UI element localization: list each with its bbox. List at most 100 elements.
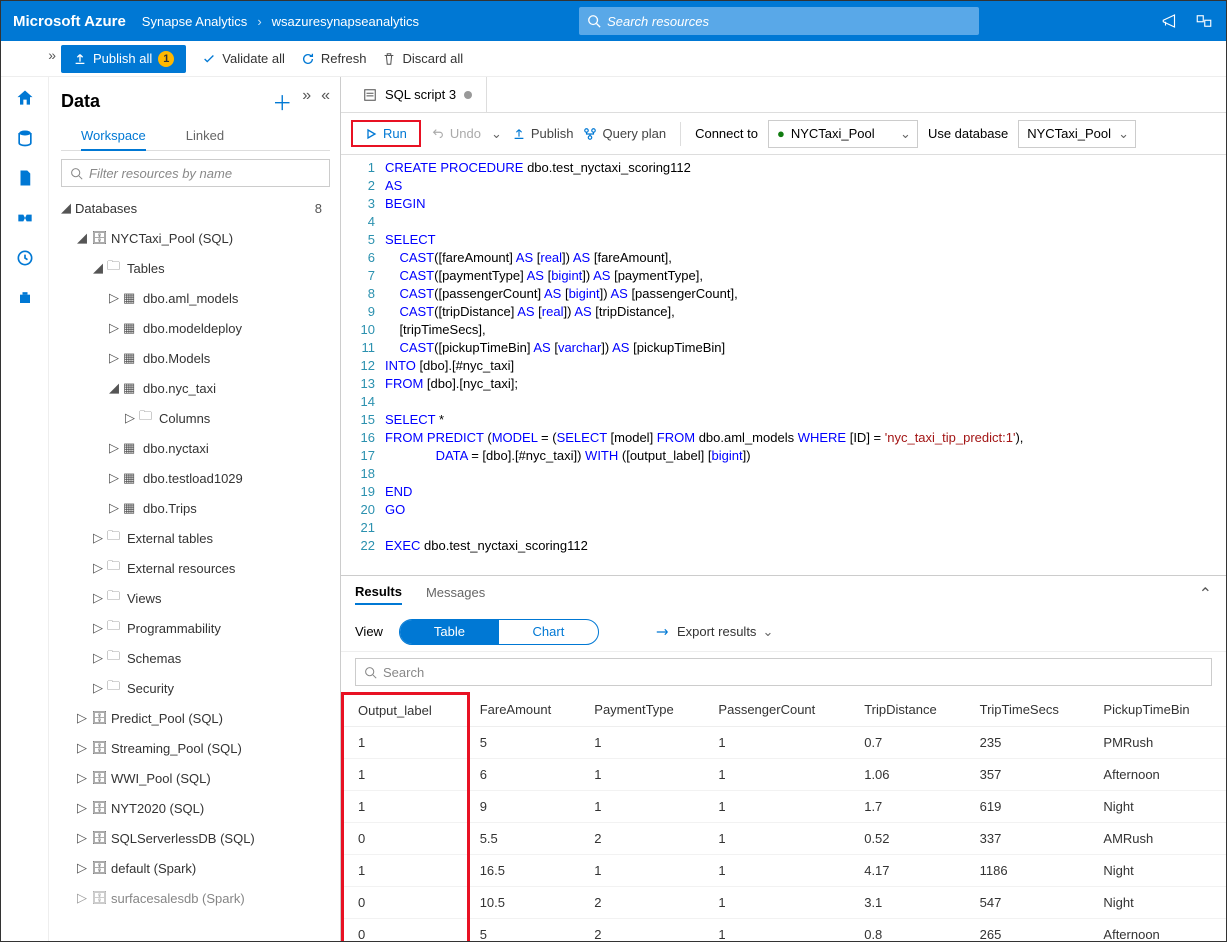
validate-all-button[interactable]: Validate all: [202, 51, 285, 66]
column-header[interactable]: PassengerCount: [708, 694, 854, 727]
sql-code-editor[interactable]: 12345678910111213141516171819202122 CREA…: [341, 155, 1226, 575]
pool-node[interactable]: ▷🗄surfacesalesdb (Spark): [61, 883, 330, 913]
column-header[interactable]: PaymentType: [584, 694, 708, 727]
global-search-input[interactable]: Search resources: [579, 7, 979, 35]
query-plan-button[interactable]: Query plan: [583, 126, 666, 141]
column-header[interactable]: PickupTimeBin: [1093, 694, 1226, 727]
pool-node[interactable]: ▷🗄SQLServerlessDB (SQL): [61, 823, 330, 853]
export-results-button[interactable]: Export results ⌄: [655, 624, 773, 640]
table-row[interactable]: 05210.8265Afternoon: [343, 919, 1227, 942]
use-db-dropdown[interactable]: NYCTaxi_Pool ⌄: [1018, 120, 1136, 148]
pool-node[interactable]: ▷🗄WWI_Pool (SQL): [61, 763, 330, 793]
table-cell: 337: [970, 823, 1094, 855]
pool-node[interactable]: ▷🗄NYT2020 (SQL): [61, 793, 330, 823]
table-cell: 1: [584, 759, 708, 791]
status-ok-icon: ●: [777, 126, 785, 141]
expand-rail-icon[interactable]: »: [48, 47, 56, 63]
view-toggle[interactable]: Table Chart: [399, 619, 599, 645]
table-node[interactable]: ▷▦dbo.Models: [61, 343, 330, 373]
breadcrumb-item[interactable]: Synapse Analytics: [142, 14, 248, 29]
check-icon: [202, 52, 216, 66]
publish-all-button[interactable]: Publish all 1: [61, 45, 186, 73]
chevron-down-icon[interactable]: ⌄: [491, 126, 502, 142]
table-cell: 9: [468, 791, 584, 823]
table-cell: 2: [584, 823, 708, 855]
brand-logo[interactable]: Microsoft Azure: [13, 13, 126, 30]
results-tab[interactable]: Results: [355, 584, 402, 605]
collapse-left-icon[interactable]: «: [321, 87, 330, 116]
column-header[interactable]: FareAmount: [468, 694, 584, 727]
workspace-tab[interactable]: Workspace: [81, 122, 146, 151]
pool-node[interactable]: ▷🗄default (Spark): [61, 853, 330, 883]
home-icon[interactable]: [14, 87, 36, 109]
column-header[interactable]: TripTimeSecs: [970, 694, 1094, 727]
folder-node[interactable]: ▷🗀External resources: [61, 553, 330, 583]
chart-view-option[interactable]: Chart: [499, 620, 598, 644]
table-node[interactable]: ◢▦dbo.nyc_taxi: [61, 373, 330, 403]
refresh-icon: [301, 52, 315, 66]
messages-tab[interactable]: Messages: [426, 585, 485, 604]
develop-icon[interactable]: [14, 167, 36, 189]
table-row[interactable]: 19111.7619Night: [343, 791, 1227, 823]
table-node[interactable]: ▷▦dbo.modeldeploy: [61, 313, 330, 343]
add-icon[interactable]: ＋: [272, 87, 292, 116]
announcement-icon[interactable]: [1160, 11, 1180, 31]
left-nav-rail: »: [1, 77, 49, 941]
collapse-results-icon[interactable]: ⌃: [1199, 584, 1212, 604]
table-view-option[interactable]: Table: [400, 620, 499, 644]
columns-folder[interactable]: ▷🗀Columns: [61, 403, 330, 433]
table-row[interactable]: 15110.7235PMRush: [343, 727, 1227, 759]
table-row[interactable]: 116.5114.171186Night: [343, 855, 1227, 887]
publish-button[interactable]: Publish: [512, 126, 574, 141]
folder-node[interactable]: ▷🗀Schemas: [61, 643, 330, 673]
data-icon[interactable]: [14, 127, 36, 149]
folder-node[interactable]: ▷🗀Programmability: [61, 613, 330, 643]
table-row[interactable]: 16111.06357Afternoon: [343, 759, 1227, 791]
discard-all-button[interactable]: Discard all: [382, 51, 463, 66]
integrate-icon[interactable]: [14, 207, 36, 229]
use-db-label: Use database: [928, 126, 1008, 141]
table-node[interactable]: ▷▦dbo.nyctaxi: [61, 433, 330, 463]
column-header[interactable]: TripDistance: [854, 694, 969, 727]
table-cell: 265: [970, 919, 1094, 942]
breadcrumb: Synapse Analytics › wsazuresynapseanalyt…: [142, 14, 419, 29]
pool-node[interactable]: ▷🗄Streaming_Pool (SQL): [61, 733, 330, 763]
unsaved-dot-icon: [464, 91, 472, 99]
folder-node[interactable]: ▷🗀Views: [61, 583, 330, 613]
results-search-input[interactable]: Search: [355, 658, 1212, 686]
folder-node[interactable]: ▷🗀External tables: [61, 523, 330, 553]
results-grid[interactable]: Output_labelFareAmountPaymentTypePasseng…: [341, 692, 1226, 941]
filter-resources-input[interactable]: Filter resources by name: [61, 159, 330, 187]
editor-toolbar: Run Undo ⌄ Publish Query plan Connect to…: [341, 113, 1226, 155]
resource-tree: ◢ Databases 8 ◢🗄NYCTaxi_Pool (SQL) ◢🗀Tab…: [61, 193, 330, 941]
pool-node[interactable]: ▷🗄Predict_Pool (SQL): [61, 703, 330, 733]
collapse-down-icon[interactable]: »: [302, 87, 311, 116]
folder-node[interactable]: ▷🗀Security: [61, 673, 330, 703]
search-icon: [364, 666, 377, 679]
tables-folder[interactable]: ◢🗀Tables: [61, 253, 330, 283]
table-cell: 4.17: [854, 855, 969, 887]
table-row[interactable]: 010.5213.1547Night: [343, 887, 1227, 919]
table-cell: PMRush: [1093, 727, 1226, 759]
feedback-icon[interactable]: [1194, 11, 1214, 31]
table-node[interactable]: ▷▦dbo.testload1029: [61, 463, 330, 493]
run-button[interactable]: Run: [351, 120, 421, 147]
table-row[interactable]: 05.5210.52337AMRush: [343, 823, 1227, 855]
breadcrumb-item[interactable]: wsazuresynapseanalytics: [272, 14, 419, 29]
table-cell: 1.06: [854, 759, 969, 791]
refresh-button[interactable]: Refresh: [301, 51, 367, 66]
sql-script-tab[interactable]: SQL script 3: [349, 77, 487, 112]
databases-section[interactable]: ◢ Databases 8: [61, 193, 330, 223]
manage-icon[interactable]: [14, 287, 36, 309]
table-cell: Afternoon: [1093, 759, 1226, 791]
monitor-icon[interactable]: [14, 247, 36, 269]
table-node[interactable]: ▷▦dbo.aml_models: [61, 283, 330, 313]
table-cell: Night: [1093, 855, 1226, 887]
linked-tab[interactable]: Linked: [186, 122, 224, 150]
column-header[interactable]: Output_label: [343, 694, 469, 727]
undo-button[interactable]: Undo: [431, 126, 481, 141]
pool-node[interactable]: ◢🗄NYCTaxi_Pool (SQL): [61, 223, 330, 253]
table-node[interactable]: ▷▦dbo.Trips: [61, 493, 330, 523]
table-cell: 1: [584, 727, 708, 759]
connect-to-dropdown[interactable]: ● NYCTaxi_Pool ⌄: [768, 120, 918, 148]
